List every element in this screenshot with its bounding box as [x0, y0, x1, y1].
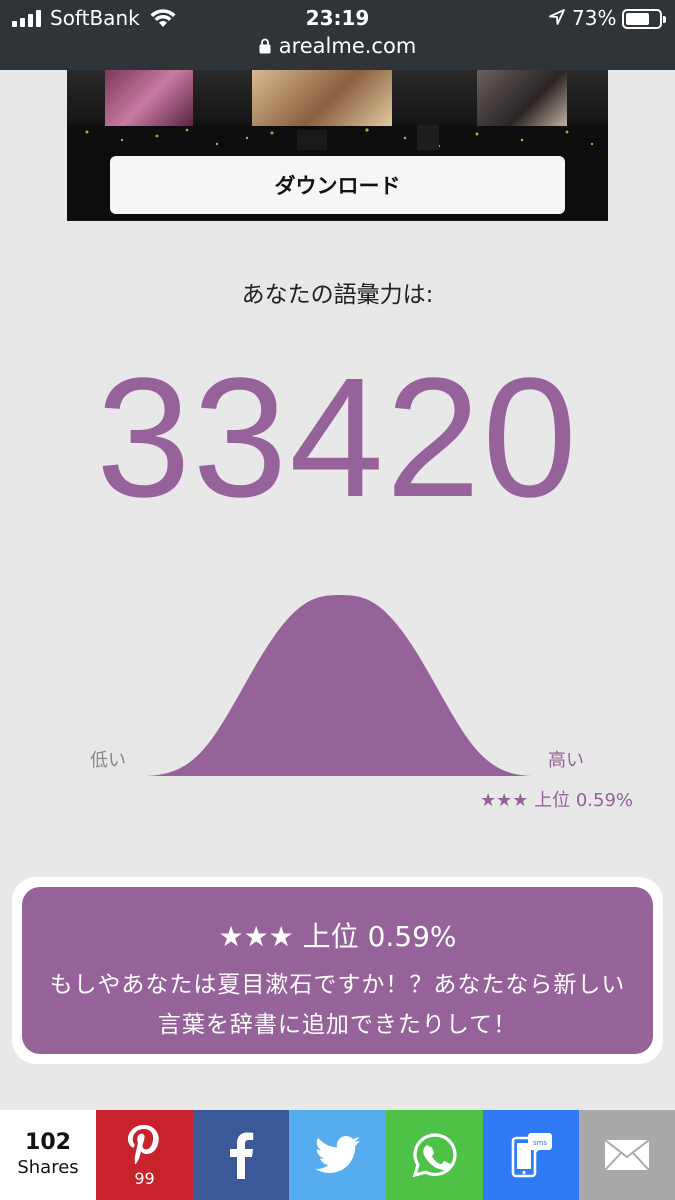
ad-banner[interactable]: ダウンロード [67, 70, 608, 221]
high-label: 高い [548, 750, 584, 771]
whatsapp-share-button[interactable] [386, 1110, 483, 1200]
email-icon [604, 1139, 650, 1171]
facebook-icon [230, 1132, 254, 1179]
pinterest-count: 99 [134, 1168, 155, 1188]
result-card: ★★★ 上位 0.59% もしやあなたは夏目漱石ですか！？あなたなら新しい言葉を… [12, 877, 663, 1064]
sms-icon: sms [511, 1133, 552, 1178]
svg-text:sms: sms [533, 1139, 547, 1147]
rank-caption: ★★★ 上位 0.59% [480, 790, 634, 811]
share-count-label: Shares [17, 1157, 79, 1178]
low-label: 低い [90, 750, 126, 771]
share-count-number: 102 [25, 1130, 71, 1155]
share-bar: 102 Shares 99 sms [0, 1110, 675, 1200]
vocabulary-score: 33420 [96, 343, 579, 533]
ad-thumbnail [105, 70, 193, 126]
pinterest-share-button[interactable]: 99 [96, 1110, 193, 1200]
twitter-share-button[interactable] [289, 1110, 386, 1200]
rank-title: ★★★ 上位 0.59% [218, 920, 457, 953]
result-message: もしやあなたは夏目漱石ですか！？あなたなら新しい言葉を辞書に追加できたりして！ [49, 972, 626, 1038]
distribution-curve [143, 595, 535, 776]
url-text: arealme.com [278, 34, 417, 58]
facebook-share-button[interactable] [193, 1110, 289, 1200]
battery-icon [622, 9, 666, 29]
ad-thumbnail [477, 70, 567, 126]
email-share-button[interactable] [579, 1110, 675, 1200]
battery-percentage: 73% [572, 6, 617, 30]
download-button[interactable]: ダウンロード [110, 156, 565, 214]
share-count: 102 Shares [0, 1110, 96, 1200]
result-prompt: あなたの語彙力は: [241, 282, 434, 308]
twitter-icon [314, 1136, 360, 1173]
whatsapp-icon [412, 1133, 457, 1178]
sms-share-button[interactable]: sms [483, 1110, 579, 1200]
lock-icon [259, 35, 271, 59]
ad-thumbnail [252, 70, 392, 126]
address-bar[interactable]: arealme.com [0, 34, 675, 59]
result-card-inner: ★★★ 上位 0.59% もしやあなたは夏目漱石ですか！？あなたなら新しい言葉を… [22, 887, 653, 1054]
pinterest-icon [127, 1124, 159, 1164]
status-bar: SoftBank 23:19 73% arealme.com [0, 0, 675, 70]
location-arrow-icon [548, 8, 566, 30]
